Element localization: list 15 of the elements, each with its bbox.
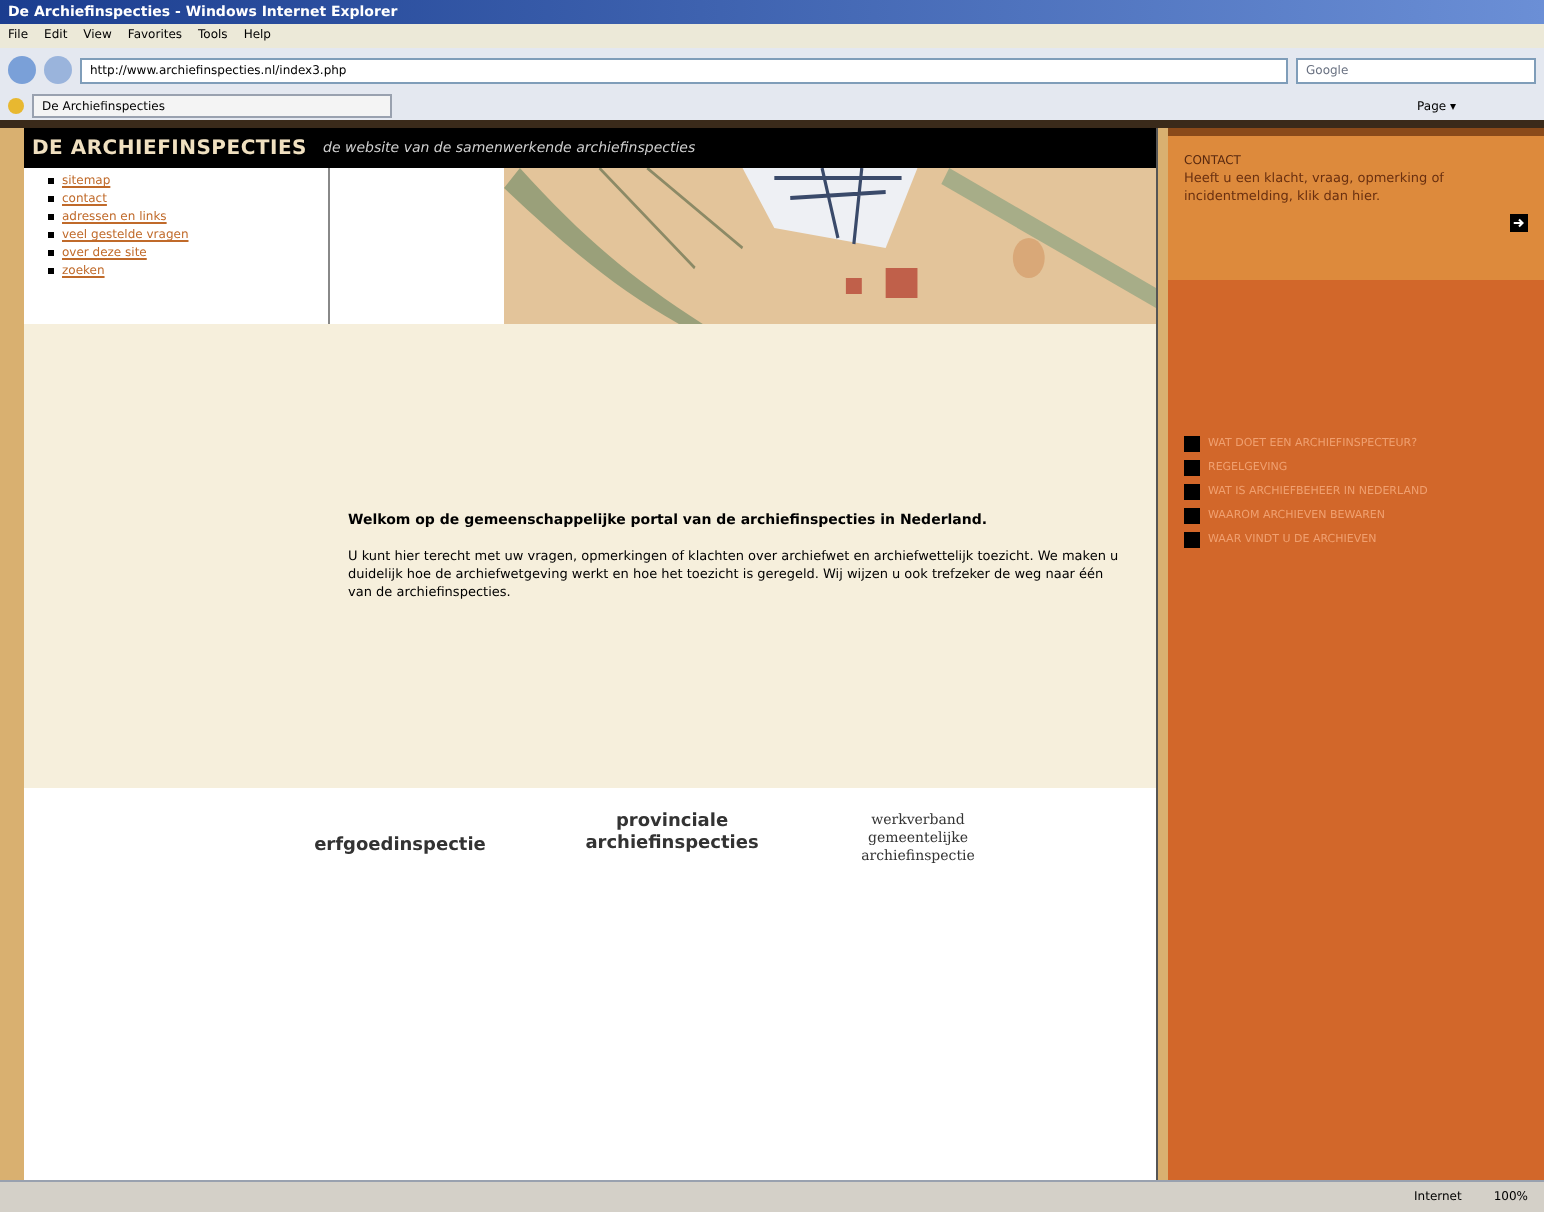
bullet-icon: [48, 214, 54, 220]
bullet-icon: [1184, 460, 1200, 476]
logo-text[interactable]: erfgoedinspectie: [304, 836, 496, 859]
bullet-icon: [1184, 532, 1200, 548]
site-title: DE ARCHIEFINSPECTIES: [32, 135, 308, 163]
bullet-icon: [1184, 508, 1200, 524]
bullet-icon: [1184, 436, 1200, 452]
bullet-icon: [48, 250, 54, 256]
bullet-icon: [48, 178, 54, 184]
bullet-icon: [1184, 484, 1200, 500]
bullet-icon: [48, 268, 54, 274]
bullet-icon: [48, 232, 54, 238]
arrow-icon[interactable]: [1510, 214, 1528, 232]
bullet-icon: [48, 196, 54, 202]
logo-text[interactable]: provinciale archiefinspecties: [576, 812, 768, 857]
